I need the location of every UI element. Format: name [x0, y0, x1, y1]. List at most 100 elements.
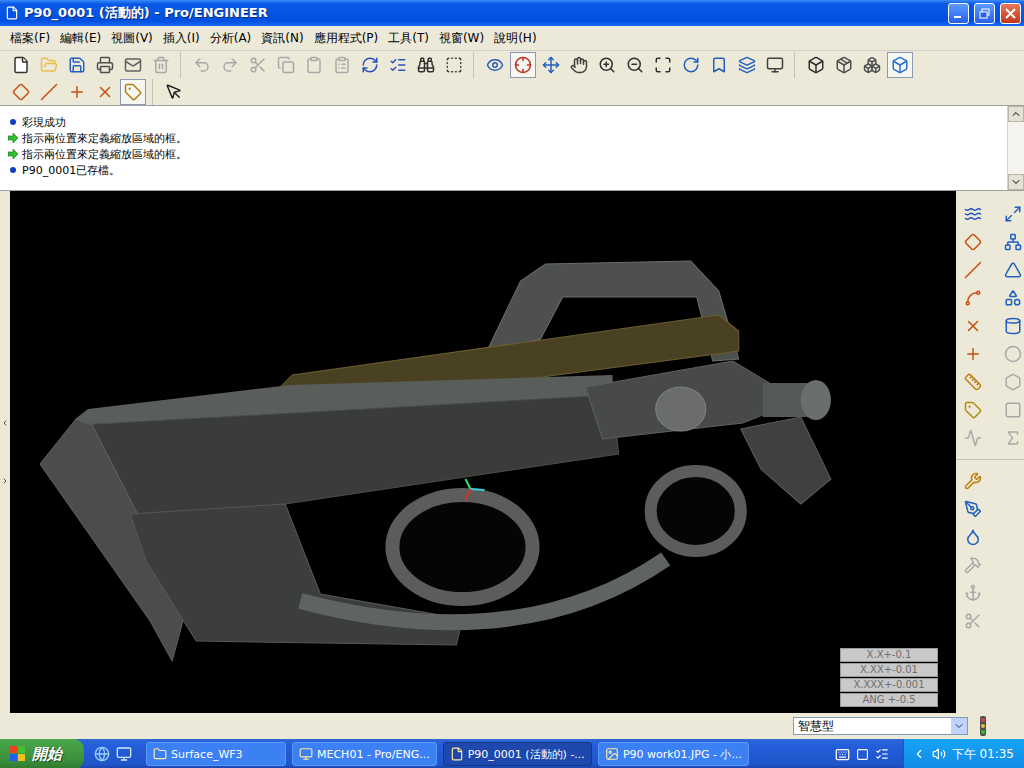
- toolbar-button[interactable]: [678, 52, 704, 78]
- toolbar-button[interactable]: [8, 79, 34, 105]
- toolbar-button[interactable]: [1000, 285, 1024, 311]
- toolbar-button[interactable]: [706, 52, 732, 78]
- selection-filter[interactable]: 智慧型: [793, 717, 968, 735]
- toolbar-button[interactable]: [622, 52, 648, 78]
- keyboard-icon[interactable]: [835, 747, 850, 762]
- toolbar-button[interactable]: [161, 79, 187, 105]
- toolbar-button[interactable]: [960, 468, 986, 494]
- toolbar-button[interactable]: [960, 397, 986, 423]
- desktop-icon[interactable]: [116, 746, 132, 762]
- toolbar-button[interactable]: [1000, 313, 1024, 339]
- start-button[interactable]: 開始: [0, 739, 84, 768]
- toolbar-button[interactable]: [8, 52, 34, 78]
- toolbar-button[interactable]: [831, 52, 857, 78]
- toolbar-button[interactable]: [36, 52, 62, 78]
- menu-item[interactable]: 工具(T): [384, 28, 433, 49]
- navigator-strip[interactable]: [0, 191, 10, 713]
- task-icon: [153, 747, 167, 761]
- toolbar-button[interactable]: [189, 52, 215, 78]
- toolbar-button[interactable]: [960, 341, 986, 367]
- message-text: P90_0001已存檔。: [22, 163, 120, 178]
- toolbar-button[interactable]: [1000, 229, 1024, 255]
- toolbar-button[interactable]: [887, 52, 913, 78]
- toolbar-button[interactable]: [357, 52, 383, 78]
- menu-item[interactable]: 資訊(N): [257, 28, 307, 49]
- toolbar-button[interactable]: [441, 52, 467, 78]
- app-icon: [5, 6, 19, 20]
- toolbar-button[interactable]: [1000, 369, 1024, 395]
- toolbar-button[interactable]: [960, 524, 986, 550]
- toolbar-button[interactable]: [482, 52, 508, 78]
- close-button[interactable]: [1000, 3, 1021, 24]
- toolbar-button[interactable]: [413, 52, 439, 78]
- toolbar-button[interactable]: [385, 52, 411, 78]
- menu-item[interactable]: 檔案(F): [6, 28, 54, 49]
- options-icon[interactable]: [875, 747, 889, 761]
- toolbar-button[interactable]: [329, 52, 355, 78]
- menu-item[interactable]: 插入(I): [159, 28, 204, 49]
- help-icon[interactable]: [856, 748, 869, 761]
- toolbar-button[interactable]: [960, 608, 986, 634]
- task-label: P90 work01.JPG - 小...: [623, 747, 742, 762]
- menu-item[interactable]: 說明(H): [490, 28, 540, 49]
- toolbar-button[interactable]: [64, 52, 90, 78]
- toolbar-button[interactable]: [762, 52, 788, 78]
- toolbar-button[interactable]: [510, 52, 536, 78]
- scroll-track[interactable]: [1008, 122, 1024, 174]
- tool-icon: [654, 56, 672, 74]
- menu-item[interactable]: 視窗(W): [435, 28, 488, 49]
- menu-item[interactable]: 應用程式(P): [310, 28, 383, 49]
- toolbar-button[interactable]: [594, 52, 620, 78]
- toolbar-button[interactable]: [245, 52, 271, 78]
- browser-icon[interactable]: [94, 746, 110, 762]
- toolbar-button[interactable]: [273, 52, 299, 78]
- toolbar-button[interactable]: [301, 52, 327, 78]
- scroll-down-button[interactable]: [1008, 174, 1024, 190]
- task-button[interactable]: P90 work01.JPG - 小...: [598, 742, 749, 766]
- toolbar-button[interactable]: [960, 369, 986, 395]
- menu-item[interactable]: 分析(A): [206, 28, 256, 49]
- toolbar-button[interactable]: [960, 496, 986, 522]
- toolbar-button[interactable]: [859, 52, 885, 78]
- toolbar-button[interactable]: [1000, 397, 1024, 423]
- toolbar-button[interactable]: [960, 285, 986, 311]
- toolbar-button[interactable]: [566, 52, 592, 78]
- menu-item[interactable]: 編輯(E): [56, 28, 105, 49]
- volume-icon[interactable]: [932, 747, 946, 761]
- task-button[interactable]: Surface_WF3: [146, 742, 286, 766]
- toolbar-button[interactable]: [1000, 257, 1024, 283]
- task-button[interactable]: MECH01 - Pro/ENG...: [292, 742, 437, 766]
- toolbar-button[interactable]: [960, 229, 986, 255]
- toolbar-button[interactable]: [960, 552, 986, 578]
- toolbar-button[interactable]: [92, 52, 118, 78]
- message-scrollbar[interactable]: [1007, 106, 1024, 190]
- toolbar-button[interactable]: [960, 425, 986, 451]
- toolbar-button[interactable]: [217, 52, 243, 78]
- toolbar-button[interactable]: [1000, 341, 1024, 367]
- toolbar-button[interactable]: [1000, 201, 1024, 227]
- menu-item[interactable]: 視圖(V): [107, 28, 157, 49]
- scroll-up-button[interactable]: [1008, 106, 1024, 122]
- toolbar-button[interactable]: [36, 79, 62, 105]
- toolbar-button[interactable]: [148, 52, 174, 78]
- toolbar-button[interactable]: [120, 52, 146, 78]
- toolbar-button[interactable]: [1000, 425, 1024, 451]
- tool-icon: [863, 56, 881, 74]
- restore-button[interactable]: [974, 3, 995, 24]
- toolbar-button[interactable]: [960, 313, 986, 339]
- toolbar-button[interactable]: [960, 201, 986, 227]
- toolbar-button[interactable]: [734, 52, 760, 78]
- task-button[interactable]: P90_0001 (活動的) -...: [443, 742, 592, 766]
- minimize-button[interactable]: [948, 3, 969, 24]
- toolbar-button[interactable]: [538, 52, 564, 78]
- toolbar-button[interactable]: [650, 52, 676, 78]
- toolbar-button[interactable]: [92, 79, 118, 105]
- graphics-canvas[interactable]: X.X+-0.1X.XX+-0.01X.XXX+-0.001ANG +-0.5: [10, 191, 956, 713]
- tray-expand-icon[interactable]: [912, 747, 926, 761]
- toolbar-button[interactable]: [960, 580, 986, 606]
- toolbar-button[interactable]: [803, 52, 829, 78]
- p90-model[interactable]: [10, 191, 956, 713]
- toolbar-button[interactable]: [64, 79, 90, 105]
- toolbar-button[interactable]: [960, 257, 986, 283]
- toolbar-button[interactable]: [120, 79, 146, 105]
